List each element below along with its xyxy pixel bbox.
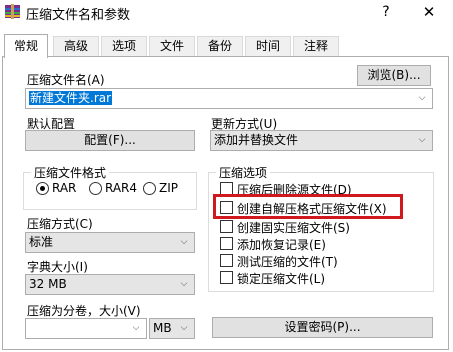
- archive-format-label: 压缩文件格式: [31, 164, 110, 181]
- checkbox-lock-archive[interactable]: [220, 271, 233, 284]
- compression-method-label: 压缩方式(C): [27, 217, 93, 231]
- checkbox-lock-archive-label: 锁定压缩文件(L): [237, 272, 326, 286]
- chevron-down-icon: ⌵: [132, 323, 140, 333]
- chevron-down-icon: ⌵: [418, 135, 426, 145]
- general-tab-panel: 压缩文件名(A) 浏览(B)... 新建文件夹.rar ⌵ 默认配置 配置(F)…: [2, 56, 449, 350]
- window-title: 压缩文件名和参数: [26, 8, 131, 23]
- archive-options-label: 压缩选项: [216, 164, 271, 181]
- radio-rar[interactable]: [36, 182, 49, 195]
- tab-strip: 常规 高级 选项 文件 备份 时间 注释: [0, 34, 453, 58]
- split-volume-size-combobox[interactable]: ⌵: [25, 318, 147, 339]
- chevron-down-icon: ⌵: [180, 323, 188, 333]
- help-button[interactable]: ?: [378, 2, 394, 22]
- archive-name-combobox[interactable]: 新建文件夹.rar ⌵: [25, 88, 433, 109]
- archive-name-value: 新建文件夹.rar: [29, 91, 113, 105]
- archive-name-label: 压缩文件名(A): [27, 73, 105, 87]
- chevron-down-icon: ⌵: [180, 279, 188, 289]
- radio-rar4-label: RAR4: [105, 181, 138, 195]
- radio-rar-label: RAR: [52, 181, 77, 195]
- browse-button[interactable]: 浏览(B)...: [357, 65, 431, 86]
- tab-options[interactable]: 选项: [101, 36, 147, 56]
- tab-advanced[interactable]: 高级: [53, 36, 99, 56]
- compression-method-value: 标准: [29, 235, 54, 249]
- profiles-button[interactable]: 配置(F)...: [25, 130, 195, 151]
- compression-method-select[interactable]: 标准 ⌵: [25, 232, 195, 253]
- split-volume-unit-select[interactable]: MB ⌵: [149, 318, 195, 339]
- dictionary-size-select[interactable]: 32 MB ⌵: [25, 274, 195, 295]
- checkbox-test-files-label: 测试压缩的文件(T): [237, 255, 338, 269]
- title-bar: 压缩文件名和参数 ? ✕: [0, 0, 453, 26]
- tab-backup[interactable]: 备份: [197, 36, 243, 56]
- checkbox-recovery-record-label: 添加恢复记录(E): [237, 238, 326, 252]
- tab-files[interactable]: 文件: [149, 36, 195, 56]
- tab-time[interactable]: 时间: [245, 36, 291, 56]
- checkbox-recovery-record[interactable]: [220, 237, 233, 250]
- winrar-app-icon: [5, 4, 20, 19]
- checkbox-solid-archive-label: 创建固实压缩文件(S): [237, 221, 350, 235]
- radio-rar4[interactable]: [89, 182, 102, 195]
- split-volumes-label: 压缩为分卷，大小(V): [27, 304, 141, 318]
- checkbox-solid-archive[interactable]: [220, 220, 233, 233]
- close-button[interactable]: ✕: [418, 2, 440, 22]
- tab-comment[interactable]: 注释: [293, 36, 339, 56]
- set-password-button[interactable]: 设置密码(P)...: [212, 317, 433, 338]
- split-volume-unit-value: MB: [153, 321, 172, 335]
- update-mode-select[interactable]: 添加并替换文件 ⌵: [210, 130, 433, 151]
- chevron-down-icon: ⌵: [418, 93, 426, 103]
- radio-zip[interactable]: [143, 182, 156, 195]
- tab-general[interactable]: 常规: [4, 34, 48, 58]
- checkbox-test-files[interactable]: [220, 254, 233, 267]
- dictionary-size-value: 32 MB: [29, 277, 67, 291]
- chevron-down-icon: ⌵: [180, 237, 188, 247]
- highlight-annotation-box: [213, 194, 403, 219]
- radio-zip-label: ZIP: [159, 181, 178, 195]
- dictionary-size-label: 字典大小(I): [27, 260, 88, 274]
- update-mode-value: 添加并替换文件: [214, 133, 299, 147]
